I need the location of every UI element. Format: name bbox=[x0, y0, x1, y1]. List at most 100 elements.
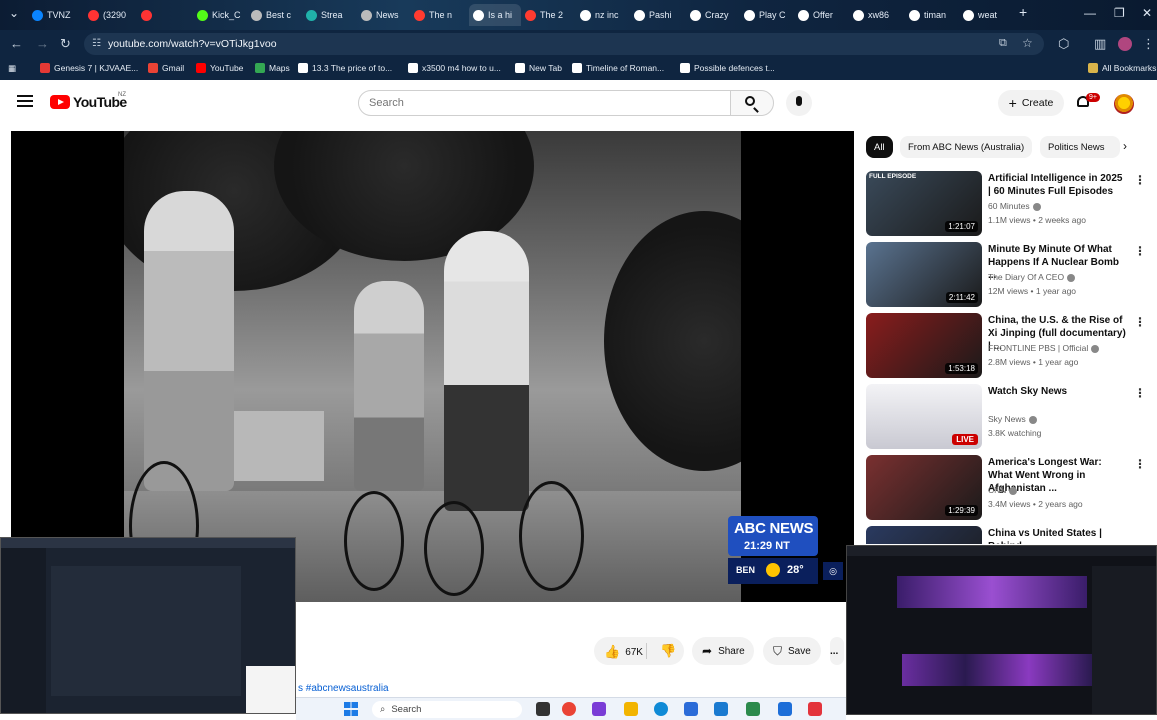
file-explorer-icon[interactable] bbox=[624, 702, 638, 716]
bookmark-item[interactable]: Genesis 7 | KJVAAE... bbox=[40, 63, 138, 73]
tab-search-icon[interactable]: ⌄ bbox=[9, 6, 19, 20]
more-options-icon[interactable]: ⋮ bbox=[1134, 457, 1146, 471]
browser-tab[interactable]: weat bbox=[963, 4, 1015, 26]
recommended-video[interactable]: FULL EPISODE 1:21:07 Artificial Intelligen… bbox=[866, 171, 1151, 237]
search-input[interactable] bbox=[369, 97, 709, 109]
video-hashtags[interactable]: s #abcnewsaustralia bbox=[298, 683, 389, 694]
bookmark-item[interactable]: Gmail bbox=[148, 63, 184, 73]
site-info-icon[interactable]: ☷ bbox=[92, 38, 101, 49]
save-button[interactable]: ⛉ Save bbox=[763, 637, 821, 665]
task-view-icon[interactable] bbox=[536, 702, 550, 716]
chip-all[interactable]: All bbox=[866, 136, 893, 158]
browser-tab[interactable]: The 2 bbox=[525, 4, 577, 26]
more-options-icon[interactable]: ⋮ bbox=[1134, 173, 1146, 187]
more-options-icon[interactable]: ⋮ bbox=[1134, 315, 1146, 329]
more-actions-button[interactable]: ... bbox=[830, 637, 844, 665]
app-icon[interactable] bbox=[746, 702, 760, 716]
app-icon[interactable] bbox=[592, 702, 606, 716]
video-thumbnail[interactable]: LIVE bbox=[866, 384, 982, 449]
chip-from-abc-news[interactable]: From ABC News (Australia) bbox=[900, 136, 1033, 158]
address-bar[interactable]: ☷ youtube.com/watch?v=vOTiJkg1voo ⧉ ☆ bbox=[84, 33, 1044, 55]
bookmark-item[interactable]: 13.3 The price of to... bbox=[298, 63, 392, 73]
extensions-icon[interactable]: ⬡ bbox=[1058, 36, 1069, 52]
recommended-video[interactable]: 1:29:39 America's Longest War: What Went … bbox=[866, 455, 1151, 521]
browser-tab[interactable]: The n bbox=[414, 4, 466, 26]
url-text[interactable]: youtube.com/watch?v=vOTiJkg1voo bbox=[108, 38, 277, 50]
taskbar-search[interactable]: ⌕ Search bbox=[372, 701, 522, 718]
recommended-video[interactable]: 1:53:18 China, the U.S. & the Rise of Xi … bbox=[866, 313, 1151, 379]
new-tab-button[interactable]: + bbox=[1019, 4, 1027, 20]
browser-tab[interactable]: timan bbox=[909, 4, 961, 26]
video-title[interactable]: China vs United States | Behind bbox=[988, 527, 1126, 544]
video-thumbnail[interactable]: FULL EPISODE 1:21:07 bbox=[866, 171, 982, 236]
channel-name[interactable]: 60 Minutes bbox=[988, 201, 1041, 211]
account-avatar[interactable] bbox=[1114, 94, 1134, 114]
create-button[interactable]: + Create bbox=[998, 90, 1064, 116]
hamburger-menu-icon[interactable] bbox=[17, 95, 33, 107]
browser-tab[interactable]: Pashi bbox=[634, 4, 686, 26]
video-thumbnail[interactable]: 1:29:39 bbox=[866, 455, 982, 520]
bookmark-item[interactable]: YouTube bbox=[196, 63, 243, 73]
chip-politics-news[interactable]: Politics News bbox=[1040, 136, 1120, 158]
bookmark-item[interactable]: Maps bbox=[255, 63, 290, 73]
windows-start-icon[interactable] bbox=[344, 702, 358, 716]
back-icon[interactable]: ← bbox=[10, 36, 23, 51]
voice-search-button[interactable] bbox=[786, 90, 812, 116]
video-title[interactable]: Artificial Intelligence in 2025 | 60 Min… bbox=[988, 172, 1126, 198]
close-window-button[interactable]: ✕ bbox=[1142, 6, 1152, 20]
overlay-window-right[interactable] bbox=[846, 545, 1157, 715]
browser-tab[interactable]: Best c bbox=[251, 4, 303, 26]
channel-name[interactable]: FRONTLINE PBS | Official bbox=[988, 343, 1100, 353]
browser-tab[interactable]: Offer bbox=[798, 4, 850, 26]
browser-tab[interactable]: TVNZ bbox=[32, 4, 84, 26]
browser-tab[interactable]: News bbox=[361, 4, 413, 26]
app-icon[interactable] bbox=[684, 702, 698, 716]
browser-tab[interactable]: nz inc bbox=[580, 4, 632, 26]
bookmark-item[interactable]: Possible defences t... bbox=[680, 63, 775, 73]
overlay-window-left[interactable] bbox=[0, 537, 296, 714]
browser-tab[interactable]: xw86 bbox=[853, 4, 905, 26]
share-button[interactable]: ➦ Share bbox=[692, 637, 754, 665]
video-thumbnail[interactable] bbox=[866, 526, 982, 544]
recommended-video[interactable]: 2:11:42 Minute By Minute Of What Happens … bbox=[866, 242, 1151, 308]
search-button[interactable] bbox=[730, 90, 774, 116]
sidebar-icon[interactable]: ▥ bbox=[1094, 36, 1106, 52]
bookmark-item[interactable]: New Tab bbox=[515, 63, 562, 73]
bookmark-item[interactable]: x3500 m4 how to u... bbox=[408, 63, 501, 73]
recommended-video[interactable]: China vs United States | Behind bbox=[866, 526, 1151, 544]
edge-icon[interactable] bbox=[654, 702, 668, 716]
bookmark-star-icon[interactable]: ☆ bbox=[1022, 36, 1033, 50]
app-icon[interactable] bbox=[714, 702, 728, 716]
maximize-button[interactable]: ❐ bbox=[1114, 6, 1125, 20]
browser-tab[interactable]: (3290 bbox=[88, 4, 140, 26]
video-player[interactable]: ABC NEWS 21:29 NT BEN 28° ◎ bbox=[11, 131, 854, 602]
recommended-video[interactable]: LIVE Watch Sky News Sky News 3.8K watching ⋮ bbox=[866, 384, 1151, 450]
profile-avatar[interactable] bbox=[1118, 37, 1132, 51]
youtube-logo[interactable]: YouTube bbox=[50, 94, 127, 110]
thumbs-down-icon[interactable]: 👎 bbox=[660, 643, 676, 659]
minimize-button[interactable]: — bbox=[1084, 6, 1096, 20]
browser-tab[interactable]: Kick_C bbox=[197, 4, 249, 26]
like-button[interactable]: 👍 67K bbox=[604, 644, 643, 660]
browser-tab[interactable]: Strea bbox=[306, 4, 358, 26]
install-icon[interactable]: ⧉ bbox=[999, 37, 1007, 50]
channel-name[interactable]: The Diary Of A CEO bbox=[988, 272, 1076, 282]
chevron-right-icon[interactable]: › bbox=[1123, 139, 1127, 153]
chrome-icon[interactable] bbox=[562, 702, 576, 716]
apps-icon[interactable]: ▦ bbox=[8, 63, 16, 74]
more-options-icon[interactable]: ⋮ bbox=[1134, 386, 1146, 400]
all-bookmarks[interactable]: All Bookmarks bbox=[1088, 63, 1156, 73]
browser-tab[interactable]: Crazy bbox=[690, 4, 742, 26]
more-options-icon[interactable]: ⋮ bbox=[1134, 244, 1146, 258]
browser-tab[interactable]: Play C bbox=[744, 4, 796, 26]
video-thumbnail[interactable]: 2:11:42 bbox=[866, 242, 982, 307]
browser-tab[interactable] bbox=[141, 4, 193, 26]
app-icon[interactable] bbox=[808, 702, 822, 716]
reload-icon[interactable]: ↻ bbox=[60, 36, 71, 52]
bookmark-item[interactable]: Timeline of Roman... bbox=[572, 63, 664, 73]
forward-icon[interactable]: → bbox=[36, 36, 49, 51]
browser-tab[interactable]: Is a hi bbox=[469, 4, 521, 26]
video-title[interactable]: Watch Sky News bbox=[988, 385, 1126, 398]
channel-name[interactable]: CNN bbox=[988, 485, 1018, 495]
chrome-menu-icon[interactable]: ⋮ bbox=[1142, 36, 1155, 52]
